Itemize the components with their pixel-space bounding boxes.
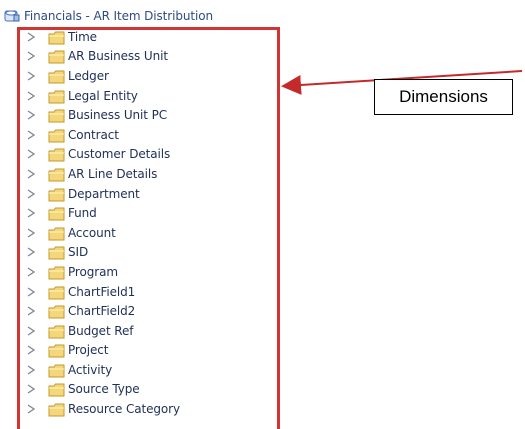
expand-triangle-icon[interactable] xyxy=(25,227,37,239)
dimension-folder-item[interactable]: Customer Details xyxy=(22,145,278,165)
dimension-folder-label: Resource Category xyxy=(68,402,180,417)
folder-icon xyxy=(48,187,66,202)
folder-icon xyxy=(48,226,66,241)
dimension-folder-item[interactable]: Resource Category xyxy=(22,399,278,419)
dimension-folder-label: Business Unit PC xyxy=(68,108,167,123)
folder-icon xyxy=(48,167,66,182)
folder-icon xyxy=(48,324,66,339)
dimension-folder-label: Account xyxy=(68,225,116,240)
expand-triangle-icon[interactable] xyxy=(25,286,37,298)
folder-icon xyxy=(48,285,66,300)
dimension-folder-item[interactable]: Time xyxy=(22,27,278,47)
dimension-folder-label: AR Business Unit xyxy=(68,49,168,64)
dimension-folder-label: Department xyxy=(68,186,140,201)
expand-triangle-icon[interactable] xyxy=(25,344,37,356)
expand-triangle-icon[interactable] xyxy=(25,31,37,43)
dimension-folder-label: ChartField2 xyxy=(68,304,136,319)
folder-icon xyxy=(48,382,66,397)
dimension-folder-item[interactable]: Legal Entity xyxy=(22,86,278,106)
dimension-folder-item[interactable]: AR Line Details xyxy=(22,164,278,184)
folder-icon xyxy=(48,30,66,45)
expand-triangle-icon[interactable] xyxy=(25,109,37,121)
expand-triangle-icon[interactable] xyxy=(25,266,37,278)
dimension-folder-label: Fund xyxy=(68,206,97,221)
subject-area-title: Financials - AR Item Distribution xyxy=(24,9,213,23)
dimension-folder-item[interactable]: SID xyxy=(22,243,278,263)
expand-triangle-icon[interactable] xyxy=(25,383,37,395)
dimension-folder-label: Program xyxy=(68,264,118,279)
dimension-folder-label: Customer Details xyxy=(68,147,171,162)
dimensions-callout-label: Dimensions xyxy=(399,87,488,106)
expand-triangle-icon[interactable] xyxy=(25,90,37,102)
dimension-folder-item[interactable]: Project xyxy=(22,341,278,361)
dimension-folder-item[interactable]: Program xyxy=(22,262,278,282)
expand-triangle-icon[interactable] xyxy=(25,168,37,180)
folder-icon xyxy=(48,49,66,64)
dimension-folder-label: Legal Entity xyxy=(68,88,138,103)
dimensions-callout: Dimensions xyxy=(374,79,513,115)
folder-icon xyxy=(48,265,66,280)
expand-triangle-icon[interactable] xyxy=(25,364,37,376)
dimension-folder-label: Time xyxy=(68,29,97,44)
dimension-folder-item[interactable]: ChartField2 xyxy=(22,301,278,321)
folder-icon xyxy=(48,69,66,84)
dimension-folder-item[interactable]: AR Business Unit xyxy=(22,47,278,67)
folder-icon xyxy=(48,89,66,104)
dimension-folder-item[interactable]: Fund xyxy=(22,203,278,223)
dimension-folder-label: Activity xyxy=(68,362,113,377)
dimension-folder-item[interactable]: Business Unit PC xyxy=(22,105,278,125)
dimension-folder-item[interactable]: Department xyxy=(22,184,278,204)
expand-triangle-icon[interactable] xyxy=(25,207,37,219)
expand-triangle-icon[interactable] xyxy=(25,305,37,317)
expand-triangle-icon[interactable] xyxy=(25,403,37,415)
dimension-folder-list: Time AR Business Unit Ledger Legal Entity Bu… xyxy=(22,27,278,419)
dimension-folder-label: Source Type xyxy=(68,382,140,397)
dimension-folder-item[interactable]: ChartField1 xyxy=(22,282,278,302)
dimension-folder-item[interactable]: Account xyxy=(22,223,278,243)
folder-icon xyxy=(48,108,66,123)
dimension-folder-item[interactable]: Ledger xyxy=(22,66,278,86)
folder-icon xyxy=(48,206,66,221)
expand-triangle-icon[interactable] xyxy=(25,246,37,258)
folder-icon xyxy=(48,363,66,378)
dimension-folder-label: Ledger xyxy=(68,68,109,83)
expand-triangle-icon[interactable] xyxy=(25,148,37,160)
folder-icon xyxy=(48,128,66,143)
subject-area-header[interactable]: Financials - AR Item Distribution xyxy=(4,7,213,25)
dimension-folder-label: Budget Ref xyxy=(68,323,134,338)
dimension-folder-label: SID xyxy=(68,245,89,260)
folder-icon xyxy=(48,343,66,358)
dimension-folder-item[interactable]: Contract xyxy=(22,125,278,145)
folder-icon xyxy=(48,245,66,260)
dimension-folder-label: ChartField1 xyxy=(68,284,136,299)
expand-triangle-icon[interactable] xyxy=(25,70,37,82)
dimension-folder-label: Contract xyxy=(68,127,119,142)
folder-icon xyxy=(48,402,66,417)
folder-icon xyxy=(48,147,66,162)
expand-triangle-icon[interactable] xyxy=(25,325,37,337)
dimension-folder-item[interactable]: Source Type xyxy=(22,380,278,400)
expand-triangle-icon[interactable] xyxy=(25,188,37,200)
subject-area-panel: Financials - AR Item Distribution Time AR… xyxy=(0,0,302,429)
dimension-folder-label: Project xyxy=(68,343,109,358)
subject-area-icon xyxy=(4,10,20,22)
folder-icon xyxy=(48,304,66,319)
dimension-folder-item[interactable]: Budget Ref xyxy=(22,321,278,341)
dimension-folder-item[interactable]: Activity xyxy=(22,360,278,380)
expand-triangle-icon[interactable] xyxy=(25,50,37,62)
expand-triangle-icon[interactable] xyxy=(25,129,37,141)
dimension-folder-label: AR Line Details xyxy=(68,166,158,181)
screenshot-canvas: Financials - AR Item Distribution Time AR… xyxy=(0,0,525,429)
